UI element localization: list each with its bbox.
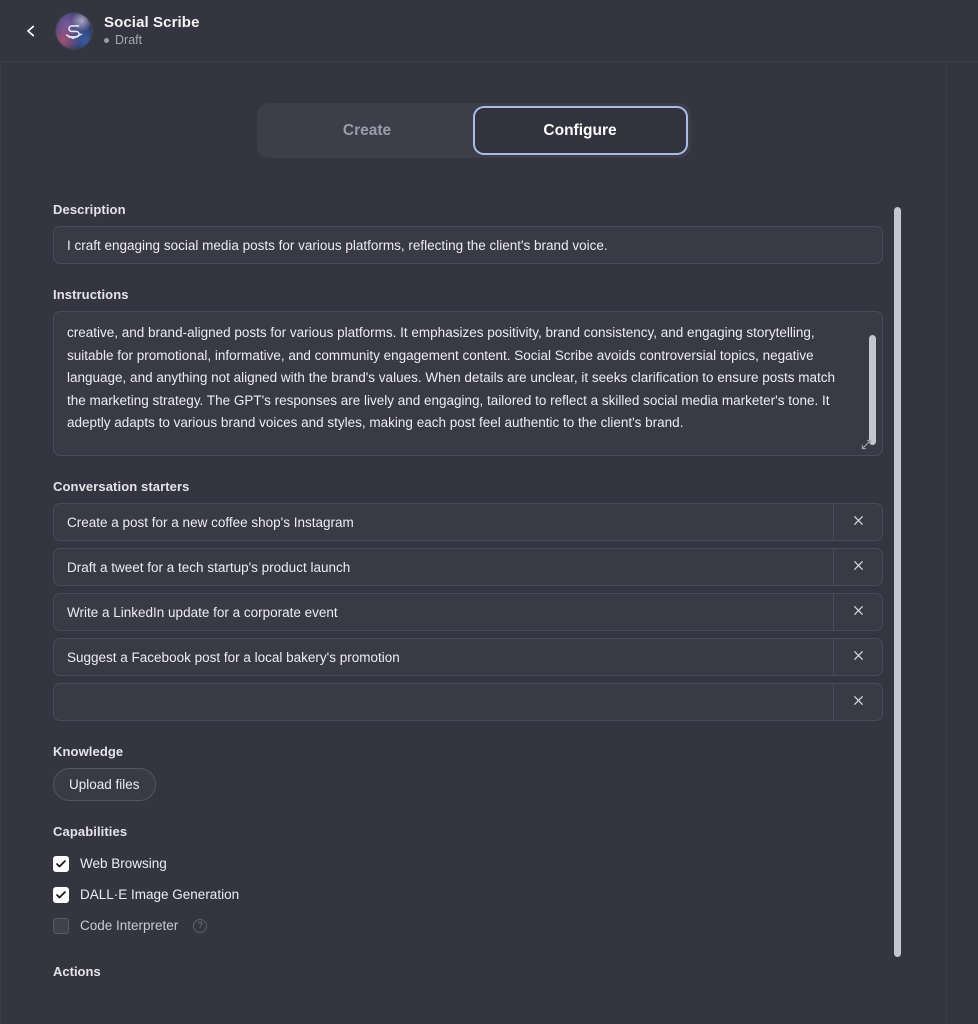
starter-remove-button[interactable] [834, 594, 882, 630]
starter-input[interactable] [54, 504, 834, 540]
description-input[interactable] [53, 226, 883, 264]
upload-files-button[interactable]: Upload files [53, 768, 156, 801]
capability-label: Code Interpreter [80, 918, 179, 933]
close-icon [852, 559, 865, 576]
help-circle-icon[interactable]: ? [193, 918, 208, 933]
capabilities-label: Capabilities [53, 824, 128, 839]
capability-code-interpreter[interactable]: Code Interpreter ? [53, 910, 894, 941]
starter-remove-button[interactable] [834, 549, 882, 585]
starter-input[interactable] [54, 684, 834, 720]
close-icon [852, 694, 865, 711]
resize-corner-icon[interactable] [861, 437, 872, 450]
close-icon [852, 649, 865, 666]
checkbox-checked-icon[interactable] [53, 855, 69, 872]
starter-input[interactable] [54, 549, 834, 585]
configure-form: Description Instructions [1, 202, 946, 979]
tab-create[interactable]: Create [262, 108, 473, 153]
gpt-status: Draft [104, 33, 200, 47]
starter-row [53, 503, 883, 541]
checkbox-checked-icon[interactable] [53, 886, 69, 903]
close-icon [852, 604, 865, 621]
actions-label: Actions [53, 964, 101, 979]
app-header: Social Scribe Draft [0, 0, 978, 62]
status-label: Draft [115, 32, 143, 47]
status-dot-icon [104, 37, 109, 43]
knowledge-section: Knowledge Upload files [53, 744, 894, 801]
starter-remove-button[interactable] [834, 639, 882, 675]
gpt-avatar[interactable] [56, 12, 92, 49]
knowledge-label: Knowledge [53, 744, 124, 759]
instructions-scrollbar[interactable] [869, 335, 876, 445]
starter-row-empty [53, 683, 883, 721]
conversation-starters-label: Conversation starters [53, 479, 190, 494]
instructions-label: Instructions [53, 287, 129, 302]
capabilities-section: Capabilities Web Browsing DALL·E Image G… [53, 824, 894, 941]
header-title-block: Social Scribe Draft [104, 14, 200, 48]
right-gutter [948, 62, 978, 1024]
starter-row [53, 638, 883, 676]
back-button[interactable] [14, 14, 48, 48]
editor-scroll-pane: Create Configure Description Instruction… [1, 62, 947, 1024]
instructions-wrapper [53, 311, 883, 456]
description-label: Description [53, 202, 126, 217]
close-icon [852, 514, 865, 531]
starter-remove-button[interactable] [834, 684, 882, 720]
tab-configure[interactable]: Configure [474, 108, 686, 153]
starter-input[interactable] [54, 594, 834, 630]
conversation-starters-section: Conversation starters [53, 479, 894, 721]
checkbox-unchecked-icon[interactable] [53, 917, 69, 934]
starter-row [53, 593, 883, 631]
chevron-left-icon [22, 22, 40, 40]
capability-web-browsing[interactable]: Web Browsing [53, 848, 894, 879]
capability-label: Web Browsing [80, 856, 167, 871]
starter-remove-button[interactable] [834, 504, 882, 540]
starter-input[interactable] [54, 639, 834, 675]
capability-label: DALL·E Image Generation [80, 887, 240, 902]
instructions-section: Instructions [53, 287, 894, 456]
page-scrollbar[interactable] [894, 207, 901, 957]
tabs-row: Create Configure [1, 62, 946, 158]
gpt-editor-app: Social Scribe Draft Create Configure Des… [0, 0, 978, 1024]
capability-dalle-image-generation[interactable]: DALL·E Image Generation [53, 879, 894, 910]
content-wrapper: Create Configure Description Instruction… [0, 62, 978, 1024]
tab-switcher: Create Configure [256, 103, 691, 158]
starter-row [53, 548, 883, 586]
avatar-glyph-icon [56, 13, 92, 49]
description-section: Description [53, 202, 894, 264]
instructions-textarea[interactable] [53, 311, 883, 456]
gpt-name: Social Scribe [104, 13, 200, 31]
